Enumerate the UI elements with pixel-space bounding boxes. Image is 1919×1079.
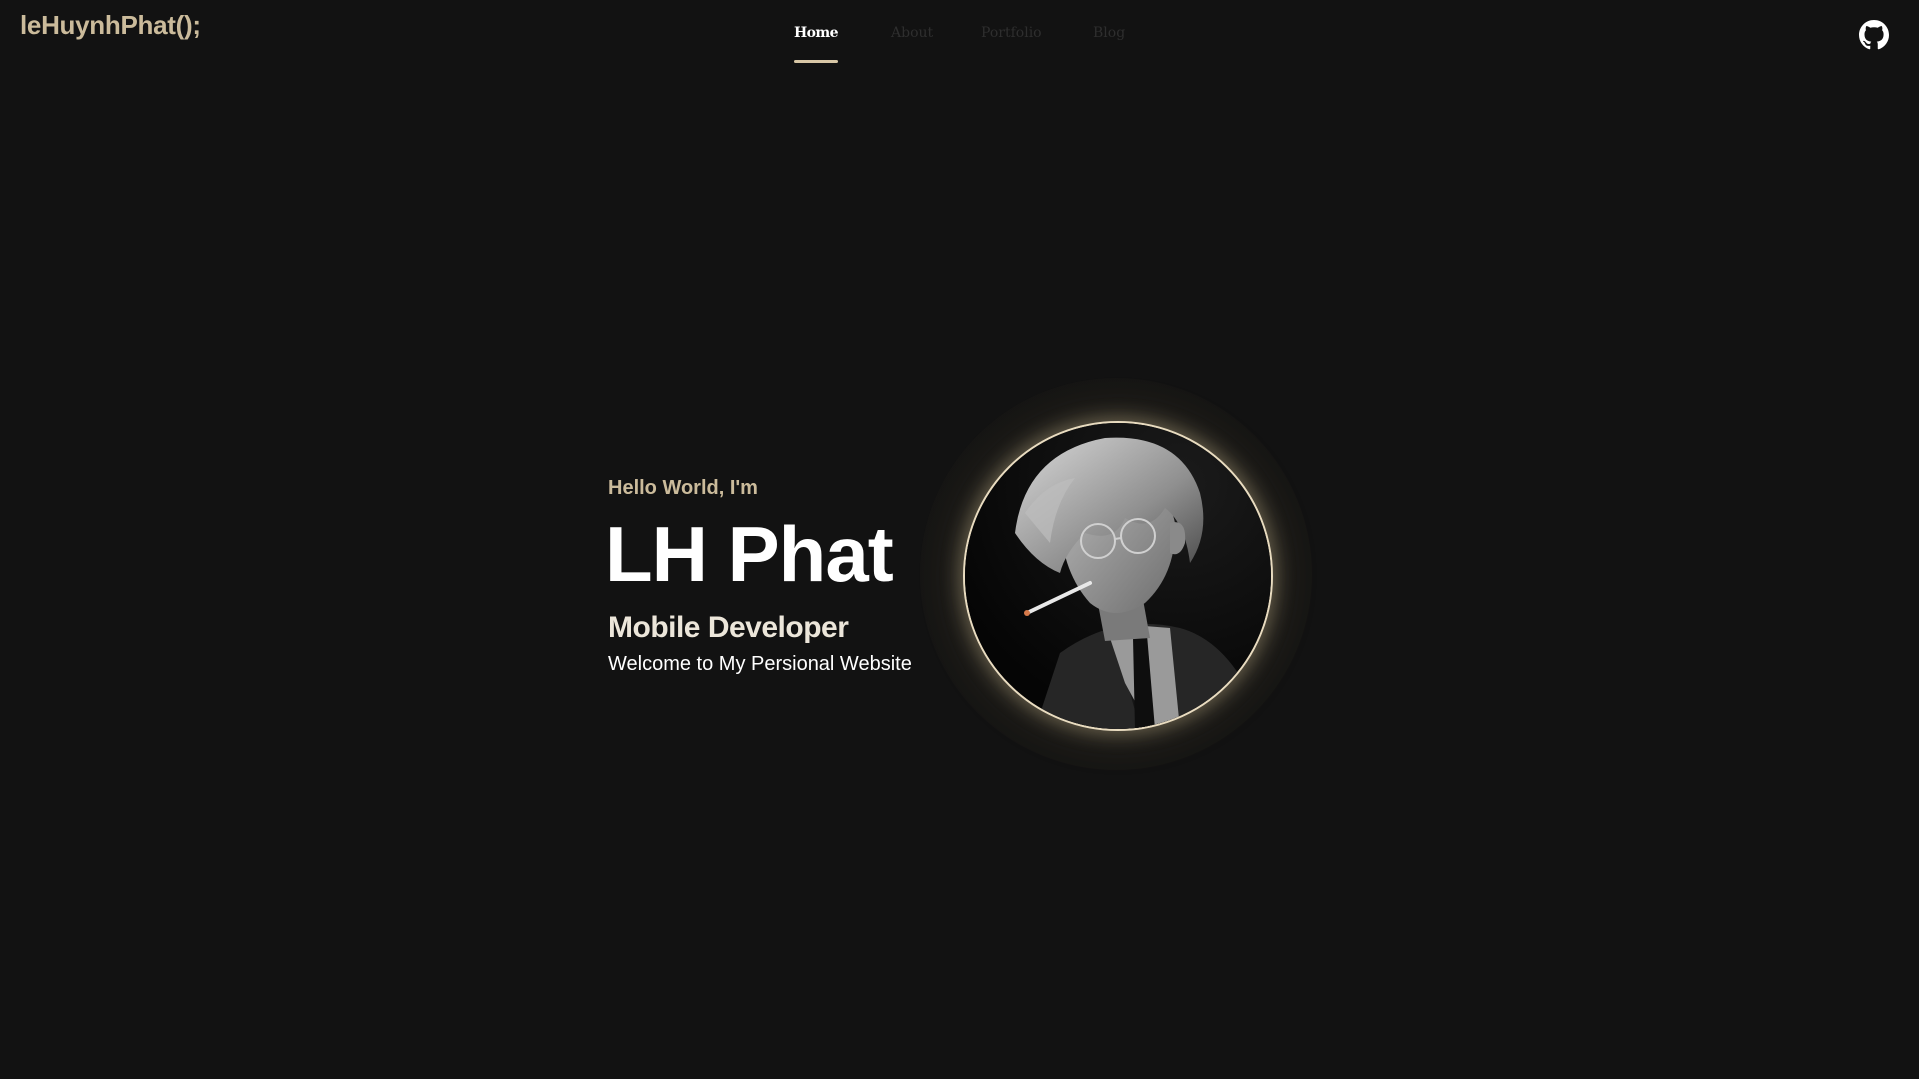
nav-item-portfolio[interactable]: Portfolio [981, 25, 1042, 41]
github-icon-graphic [1859, 20, 1889, 50]
hero-text: Hello World, I'm LH Phat Mobile Develope… [605, 474, 912, 678]
nav-item-label: Home [794, 25, 838, 41]
nav-item-label: About [891, 25, 934, 41]
main-nav: Home About Portfolio Blog [0, 0, 1919, 70]
github-icon[interactable] [1859, 20, 1889, 50]
active-nav-indicator [794, 60, 838, 63]
nav-item-label: Blog [1093, 25, 1126, 41]
nav-item-blog[interactable]: Blog [1093, 25, 1125, 41]
hero-greeting: Hello World, I'm [608, 477, 758, 499]
nav-item-about[interactable]: About [891, 25, 933, 41]
nav-item-home[interactable]: Home [794, 25, 838, 63]
hero-welcome: Welcome to My Persional Website [608, 653, 912, 675]
hero-role: Mobile Developer [608, 611, 849, 644]
avatar-illustration [965, 423, 1271, 729]
nav-item-label: Portfolio [981, 25, 1042, 41]
hero-name: LH Phat [605, 510, 894, 598]
avatar [963, 421, 1273, 731]
